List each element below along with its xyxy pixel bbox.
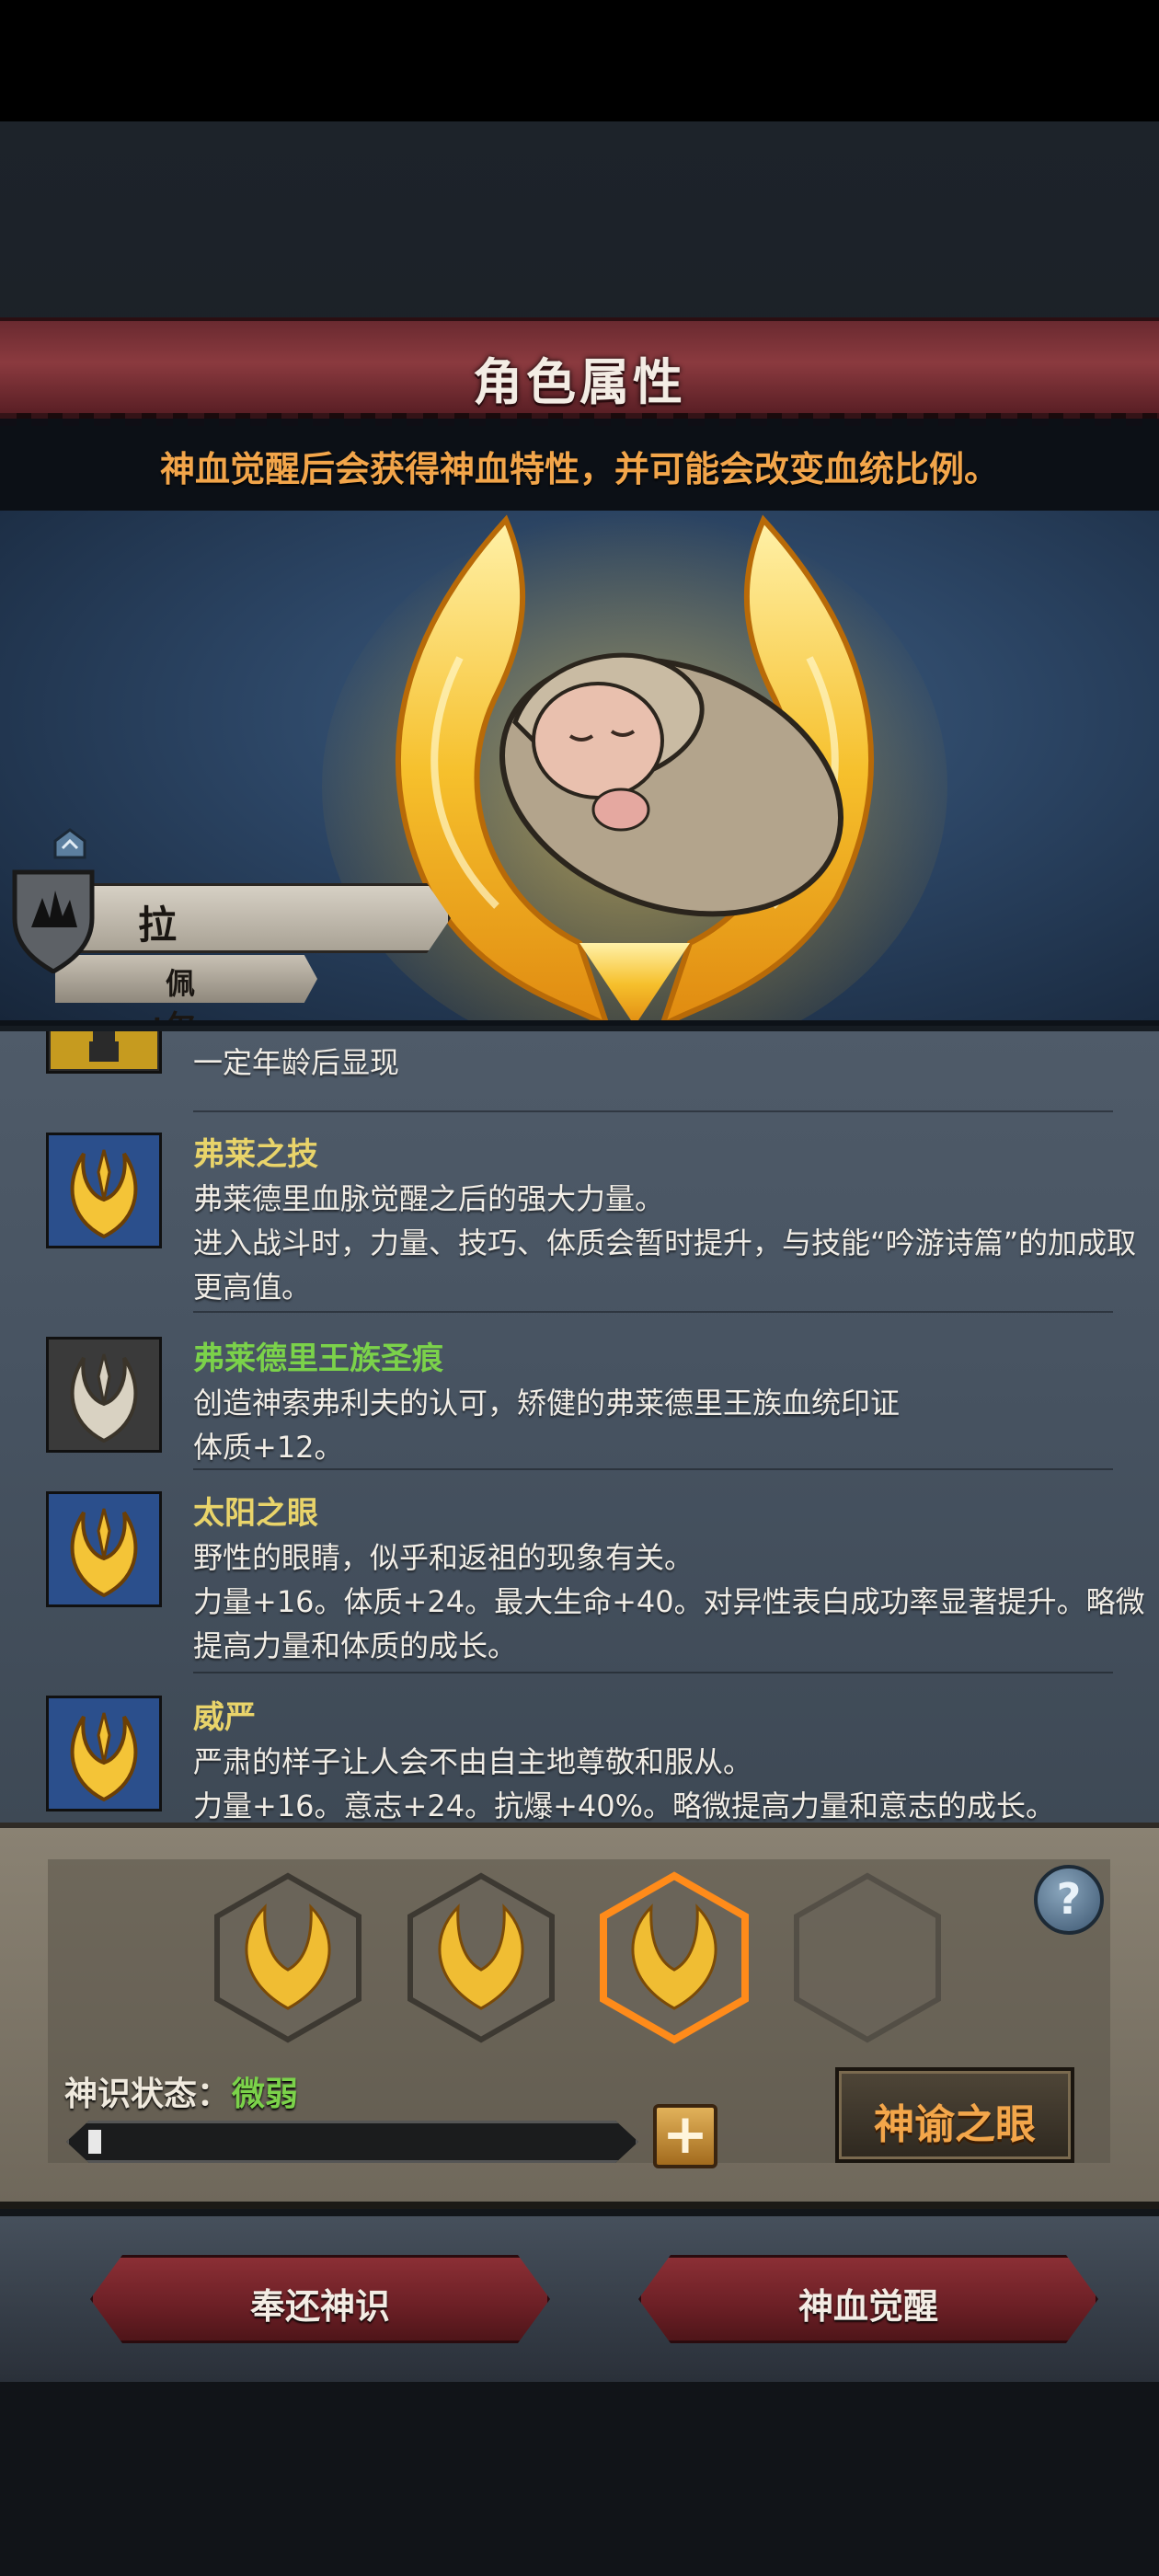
divider <box>193 1468 1113 1470</box>
page-title: 角色属性 <box>473 353 686 411</box>
status-bar <box>0 0 1159 121</box>
action-bar: 奉还神识 神血觉醒 <box>0 2216 1159 2382</box>
trait-desc-line: 力量+16。体质+24。最大生命+40。对异性表白成功率显著提升。略微提高力量和… <box>193 1584 1145 1663</box>
oracle-eye-button[interactable]: 神谕之眼 <box>835 2067 1074 2163</box>
blood-awaken-label: 神血觉醒 <box>798 2286 938 2327</box>
trait-name: 威严 <box>193 1699 256 1736</box>
return-divine-label: 奉还神识 <box>249 2286 390 2327</box>
divine-status-value: 微弱 <box>232 2076 299 2113</box>
divider <box>193 1672 1113 1673</box>
add-divine-button[interactable]: + <box>653 2104 717 2168</box>
divine-progress-bar <box>66 2121 638 2163</box>
page-subtitle: 神血觉醒后会获得神血特性，并可能会改变血统比例。 <box>159 449 999 489</box>
divine-slot-1[interactable] <box>210 1870 366 2045</box>
divider <box>193 1110 1113 1112</box>
oracle-eye-label: 神谕之眼 <box>874 2101 1036 2148</box>
trait-description: 严肃的样子让人会不由自主地尊敬和服从。 力量+16。意志+24。抗爆+40%。略… <box>193 1740 1159 1823</box>
trait-list[interactable]: 一定年龄后显现 弗莱之技 弗莱德里血脉觉醒之后的强大力量。 进入战斗时，力量、技… <box>0 1031 1159 1823</box>
locked-trait-icon <box>46 1031 162 1074</box>
house-shield-icon[interactable] <box>7 863 99 973</box>
golden-flame-icon <box>46 1696 162 1811</box>
divine-progress-fill <box>88 2130 101 2154</box>
divider <box>193 1311 1113 1313</box>
trait-desc-line: 进入战斗时，力量、技巧、体质会暂时提升，与技能“吟游诗篇”的加成取更高值。 <box>193 1225 1137 1305</box>
swaddled-baby-portrait <box>499 652 843 917</box>
subtitle-strip: 神血觉醒后会获得神血特性，并可能会改变血统比例。 <box>0 419 1159 511</box>
character-house: 佩尔 <box>166 966 196 1026</box>
blood-awaken-button[interactable]: 神血觉醒 <box>638 2255 1098 2343</box>
system-nav-bar <box>0 2382 1159 2576</box>
awakening-panel: ? 神识状态： 微弱 + 神谕之眼 <box>0 1823 1159 2209</box>
divine-slot-2[interactable] <box>403 1870 559 2045</box>
silver-flame-icon <box>46 1337 162 1453</box>
title-banner: 角色属性 <box>0 317 1159 426</box>
divine-slot-4-empty[interactable] <box>789 1870 946 2045</box>
trait-name: 弗莱德里王族圣痕 <box>193 1340 443 1377</box>
trait-description: 一定年龄后显现 <box>193 1045 400 1080</box>
trait-desc-line: 弗莱德里血脉觉醒之后的强大力量。 <box>193 1181 665 1216</box>
trait-desc-line: 严肃的样子让人会不由自主地尊敬和服从。 <box>193 1744 753 1779</box>
name-plate-main <box>55 883 451 953</box>
rank-badge-icon <box>53 828 86 859</box>
trait-desc-line: 力量+16。意志+24。抗爆+40%。略微提高力量和意志的成长。 <box>193 1788 1056 1823</box>
golden-flame-icon <box>46 1133 162 1248</box>
divine-status-label: 神识状态： <box>64 2076 231 2113</box>
trait-desc-line: 野性的眼睛，似乎和返祖的现象有关。 <box>193 1540 694 1575</box>
help-button[interactable]: ? <box>1034 1865 1104 1935</box>
trait-desc-line: 体质+12。 <box>193 1430 344 1465</box>
divine-slot-3-selected[interactable] <box>596 1870 752 2045</box>
character-portrait-panel: 拉尔夫 佩尔 <box>0 511 1159 1026</box>
trait-name: 太阳之眼 <box>193 1495 318 1532</box>
golden-flame-icon <box>46 1491 162 1607</box>
trait-description: 弗莱德里血脉觉醒之后的强大力量。 进入战斗时，力量、技巧、体质会暂时提升，与技能… <box>193 1177 1159 1309</box>
return-divine-button[interactable]: 奉还神识 <box>90 2255 550 2343</box>
trait-name: 弗莱之技 <box>193 1136 318 1173</box>
trait-desc-line: 创造神索弗利夫的认可，矫健的弗莱德里王族血统印证 <box>193 1386 901 1420</box>
trait-description: 野性的眼睛，似乎和返祖的现象有关。 力量+16。体质+24。最大生命+40。对异… <box>193 1535 1159 1668</box>
trait-description: 创造神索弗利夫的认可，矫健的弗莱德里王族血统印证 体质+12。 <box>193 1381 1159 1469</box>
